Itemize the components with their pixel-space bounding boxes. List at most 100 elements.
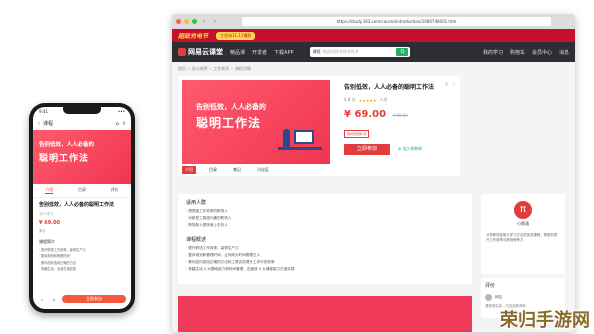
search-button[interactable]: Q	[396, 48, 409, 56]
phone-list-item: · 整体规划和管理时间	[39, 254, 70, 258]
logo-text: 网易云课堂	[188, 48, 223, 56]
person-illustration	[283, 129, 290, 147]
current-price: ¥ 69.00	[344, 109, 387, 120]
share-icon[interactable]: ⇪	[444, 82, 448, 88]
review-item: 网友	[485, 294, 561, 301]
phone-header-title: 课程	[43, 121, 54, 127]
site-logo[interactable]: 网易云课堂	[178, 47, 223, 57]
nav-my-learning[interactable]: 我的学习	[483, 49, 503, 56]
avatar	[485, 294, 492, 301]
phone-notch	[63, 107, 101, 114]
course-tabs: 介绍 目录 笔记 讨论区	[182, 166, 272, 174]
add-to-cart-button[interactable]: ⊕ 加入购物车	[398, 146, 423, 152]
audience-item: · 对新型工具感兴趣的职场人	[186, 216, 232, 220]
phone-list-item: · 提升职场工作效率，赢得生产力	[39, 247, 86, 252]
phone-cover-subtitle: 告别低效，人人必备的	[39, 142, 95, 148]
phone-tab-catalog[interactable]: 目录	[78, 187, 86, 194]
tab-notes[interactable]: 笔记	[230, 166, 244, 174]
tab-intro[interactable]: 介绍	[182, 166, 196, 174]
phone-tabs: 介绍 目录 评价	[33, 184, 131, 198]
phone-header: ‹ 课程 ⌂ ⇪	[33, 117, 131, 130]
desk-illustration	[278, 147, 322, 150]
phone-section-title: 课程简介	[39, 239, 55, 244]
bottom-banner-image	[178, 296, 472, 332]
audience-item: · 职场新人想快速上手的人	[186, 223, 228, 227]
audience-item: · 想提高工作效率的职场人	[186, 209, 228, 213]
course-title: 告别低效，人人必备的聪明工作法	[344, 84, 435, 91]
nav-link-premium[interactable]: 精品课	[230, 49, 245, 56]
cart-icon: ⊕	[398, 146, 402, 151]
forward-icon[interactable]: ›	[211, 18, 219, 25]
nav-link-download-app[interactable]: 下载APP	[274, 49, 293, 56]
phone-course-cover: 告别低效，人人必备的 聪明工作法	[33, 130, 131, 184]
overview-item: · 提升职场工作效率，赢得生产力	[186, 246, 239, 250]
phone-list-item: · 教你如何选用正确的方法	[39, 260, 77, 265]
nav-membership[interactable]: 会员中心	[532, 49, 552, 56]
breadcrumb-current: 课程详情	[234, 66, 251, 71]
phone-tab-intro[interactable]: 介绍	[45, 187, 54, 194]
overview-item: · 教你如何选用正确的方法和工具实际提升工作中的效率	[186, 260, 275, 264]
nav-messages[interactable]: 消息	[559, 49, 569, 56]
breadcrumb-home[interactable]: 首页	[178, 66, 186, 72]
phone-price: ¥ 69.00	[39, 220, 61, 226]
course-cover-image: 告别低效，人人必备的 聪明工作法	[182, 80, 330, 164]
join-course-button[interactable]: 立即参加	[344, 144, 390, 155]
cover-title: 聪明工作法	[196, 116, 262, 130]
favorite-icon[interactable]: ☆	[38, 297, 46, 302]
phone-cover-title: 聪明工作法	[39, 154, 90, 164]
watermark-logo: 荣归手游网	[500, 310, 590, 331]
action-icons: ⇪ ♡	[444, 82, 456, 88]
learner-count: 人学	[379, 97, 388, 102]
search-input[interactable]: 找测试找书找书找书	[322, 49, 394, 55]
add-to-cart-label: 加入购物车	[402, 146, 423, 151]
home-icon[interactable]: ⌂	[116, 121, 119, 127]
breadcrumb-office[interactable]: 办公效率	[192, 66, 208, 72]
back-icon[interactable]: ‹	[38, 121, 40, 127]
course-details: 适用人群 · 想提高工作效率的职场人 · 对新型工具感兴趣的职场人 · 职场新人…	[178, 194, 472, 284]
back-icon[interactable]: ‹	[200, 18, 208, 25]
cover-subtitle: 告别低效，人人必备的	[196, 103, 266, 111]
course-info: ⇪ ♡ 告别低效，人人必备的聪明工作法 4.8 分 ★★★★★ 人学 ¥ 69.…	[344, 82, 456, 155]
tab-catalog[interactable]: 目录	[206, 166, 220, 174]
home-icon[interactable]: ⌂	[50, 297, 58, 302]
phone-learner-count: 32人学习	[39, 212, 54, 216]
reviews-title: 评价	[485, 283, 496, 289]
status-time: 9:41	[39, 109, 48, 114]
phone-tab-reviews[interactable]: 评价	[111, 187, 119, 194]
share-icon[interactable]: ⇪	[122, 121, 126, 127]
logo-icon	[178, 48, 186, 56]
provider-name[interactable]: 小鹅通	[486, 221, 560, 227]
breadcrumb-efficiency[interactable]: 工作效率	[213, 66, 229, 72]
phone-list-item: · 有趣生动，迅速付诸实践	[39, 267, 77, 271]
promo-cta-button[interactable]: 主会场11.11爆款	[216, 31, 256, 40]
minimize-window-button[interactable]	[184, 19, 189, 24]
provider-logo-icon[interactable]: π	[514, 201, 532, 219]
promo-title: 超级充电节	[178, 33, 209, 40]
reviewer-name: 网友	[495, 295, 503, 299]
breadcrumb: 首页 › 办公效率 › 工作效率 › 课程详情	[178, 66, 251, 72]
provider-description: 分享职场技能与学习方法的优质课程，帮助你提升工作效率与职场竞争力	[486, 233, 558, 242]
phone-bottom-bar: ☆ ⌂ 立即参加	[33, 295, 131, 303]
favorite-icon[interactable]: ♡	[452, 82, 456, 88]
search-scope-select[interactable]: 课程	[312, 49, 320, 55]
page-content: 首页 › 办公效率 › 工作效率 › 课程详情 告别低效，人人必备的 聪明工作法 介绍…	[172, 62, 575, 180]
promo-banner[interactable]: 超级充电节 主会场11.11爆款	[172, 29, 575, 42]
address-bar[interactable]: https://study.163.com/course/introductio…	[242, 17, 551, 26]
phone-join-button[interactable]: 立即参加	[62, 295, 126, 303]
maximize-window-button[interactable]	[192, 19, 197, 24]
browser-chrome: ‹ › https://study.163.com/course/introdu…	[172, 14, 575, 29]
overview-item: · 整体规划和管理时间，让你成为时间管理达人	[186, 253, 261, 257]
tab-discussion[interactable]: 讨论区	[254, 166, 272, 174]
nav-link-developer[interactable]: 开发者	[252, 49, 267, 56]
course-price: ¥ 69.00 ¥ 99.00	[344, 109, 456, 120]
audience-title: 适用人群	[186, 200, 207, 206]
star-icons: ★★★★★	[358, 97, 377, 103]
top-navigation: 网易云课堂 精品课 开发者 下载APP 课程 找测试找书找书找书 Q 我的学习 …	[172, 42, 575, 62]
phone-course-title: 告别低效，人人必备的聪明工作法	[39, 202, 115, 208]
coupon-badge[interactable]: 限时优惠券·领	[344, 130, 369, 138]
phone-body: 告别低效，人人必备的聪明工作法 32人学习 ¥ 69.00 原价 课程简介 · …	[33, 198, 131, 275]
phone-mockup: 9:41 ••• ‹ 课程 ⌂ ⇪ 告别低效，人人必备的 聪明工作法 介绍 目录…	[29, 103, 135, 313]
nav-cart[interactable]: 购物车	[510, 49, 525, 56]
close-window-button[interactable]	[176, 19, 181, 24]
original-price: ¥ 99.00	[392, 113, 408, 118]
